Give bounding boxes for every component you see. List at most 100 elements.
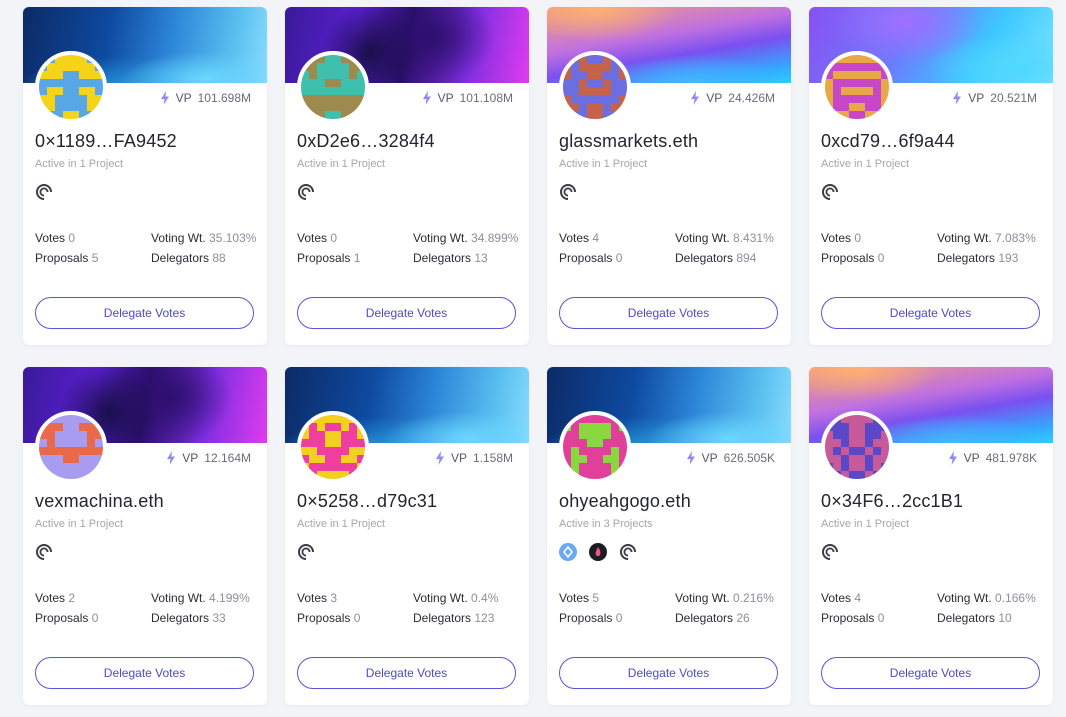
diamond-project-icon[interactable] xyxy=(559,543,577,561)
delegate-name[interactable]: 0×34F6…2cc1B1 xyxy=(821,491,963,512)
vp-value: 626.505K xyxy=(723,451,775,465)
voting-weight-value: 4.199% xyxy=(209,591,250,605)
project-icon[interactable] xyxy=(35,183,53,201)
delegate-name[interactable]: 0xcd79…6f9a44 xyxy=(821,131,955,152)
project-icons xyxy=(35,183,53,201)
vp-value: 20.521M xyxy=(990,91,1037,105)
delegators-label: Delegators xyxy=(675,251,734,265)
vp-label: VP xyxy=(450,451,467,465)
delegate-votes-button[interactable]: Delegate Votes xyxy=(559,657,778,689)
delegate-card[interactable]: VP 1.158M 0×5258…d79c31 Active in 1 Proj… xyxy=(285,367,529,705)
delegate-votes-button[interactable]: Delegate Votes xyxy=(559,297,778,329)
vp-label: VP xyxy=(437,91,454,105)
voting-weight-label: Voting Wt. xyxy=(151,591,206,605)
delegate-grid: VP 101.698M 0×1189…FA9452 Active in 1 Pr… xyxy=(23,7,1053,705)
delegate-votes-button[interactable]: Delegate Votes xyxy=(297,657,516,689)
delegators-label: Delegators xyxy=(937,611,996,625)
voting-weight-value: 8.431% xyxy=(733,231,774,245)
delegate-votes-button[interactable]: Delegate Votes xyxy=(821,657,1040,689)
voting-weight-label: Voting Wt. xyxy=(937,231,992,245)
vp-label: VP xyxy=(701,451,718,465)
delegators-value: 193 xyxy=(998,251,1019,265)
delegate-votes-button[interactable]: Delegate Votes xyxy=(35,657,254,689)
proposals-label: Proposals xyxy=(559,251,613,265)
proposals-value: 0 xyxy=(353,611,361,625)
project-icon[interactable] xyxy=(821,543,839,561)
avatar[interactable] xyxy=(559,51,631,123)
voting-weight-value: 7.083% xyxy=(995,231,1036,245)
avatar[interactable] xyxy=(35,51,107,123)
votes-label: Votes xyxy=(35,231,66,245)
delegate-card[interactable]: VP 101.698M 0×1189…FA9452 Active in 1 Pr… xyxy=(23,7,267,345)
delegate-name[interactable]: 0×1189…FA9452 xyxy=(35,131,177,152)
project-icons xyxy=(559,543,637,561)
avatar[interactable] xyxy=(297,411,369,483)
delegate-stats: Votes 0 Voting Wt. 7.083% Proposals 0 De… xyxy=(821,228,1053,268)
lightning-icon xyxy=(435,451,444,465)
votes-label: Votes xyxy=(821,591,852,605)
vp-value: 12.164M xyxy=(204,451,251,465)
active-projects-text: Active in 3 Projects xyxy=(559,518,653,530)
delegators-label: Delegators xyxy=(413,611,472,625)
project-icons xyxy=(559,183,577,201)
lightning-icon xyxy=(167,451,176,465)
votes-value: 3 xyxy=(330,591,338,605)
lightning-icon xyxy=(953,91,962,105)
proposals-value: 5 xyxy=(91,251,99,265)
voting-weight-value: 0.166% xyxy=(995,591,1036,605)
votes-value: 5 xyxy=(592,591,600,605)
avatar[interactable] xyxy=(559,411,631,483)
delegate-votes-button[interactable]: Delegate Votes xyxy=(821,297,1040,329)
delegate-name[interactable]: ohyeahgogo.eth xyxy=(559,491,691,512)
avatar[interactable] xyxy=(821,411,893,483)
delegate-stats: Votes 5 Voting Wt. 0.216% Proposals 0 De… xyxy=(559,588,791,628)
delegate-card[interactable]: VP 12.164M vexmachina.eth Active in 1 Pr… xyxy=(23,367,267,705)
vp-value: 101.698M xyxy=(197,91,251,105)
delegators-label: Delegators xyxy=(675,611,734,625)
votes-value: 4 xyxy=(592,231,600,245)
delegate-name[interactable]: vexmachina.eth xyxy=(35,491,164,512)
proposals-label: Proposals xyxy=(821,611,875,625)
project-icon[interactable] xyxy=(35,543,53,561)
avatar[interactable] xyxy=(297,51,369,123)
delegate-votes-button[interactable]: Delegate Votes xyxy=(35,297,254,329)
project-icon[interactable] xyxy=(821,183,839,201)
voting-power-badge: VP 24.426M xyxy=(668,83,791,113)
project-icons xyxy=(297,183,315,201)
delegate-stats: Votes 2 Voting Wt. 4.199% Proposals 0 De… xyxy=(35,588,267,628)
vp-value: 481.978K xyxy=(985,451,1037,465)
delegate-card[interactable]: VP 24.426M glassmarkets.eth Active in 1 … xyxy=(547,7,791,345)
delegators-value: 10 xyxy=(998,611,1012,625)
voting-weight-label: Voting Wt. xyxy=(151,231,206,245)
flame-project-icon[interactable] xyxy=(589,543,607,561)
delegate-card[interactable]: VP 626.505K ohyeahgogo.eth Active in 3 P… xyxy=(547,367,791,705)
delegate-votes-button[interactable]: Delegate Votes xyxy=(297,297,516,329)
delegators-label: Delegators xyxy=(413,251,472,265)
delegators-value: 123 xyxy=(474,611,495,625)
project-icon[interactable] xyxy=(559,183,577,201)
project-icon[interactable] xyxy=(297,183,315,201)
delegate-name[interactable]: glassmarkets.eth xyxy=(559,131,698,152)
project-icons xyxy=(35,543,53,561)
votes-value: 0 xyxy=(68,231,76,245)
delegate-card[interactable]: VP 101.108M 0xD2e6…3284f4 Active in 1 Pr… xyxy=(285,7,529,345)
vp-label: VP xyxy=(968,91,985,105)
proposals-value: 0 xyxy=(615,251,623,265)
project-icon[interactable] xyxy=(619,543,637,561)
delegate-stats: Votes 4 Voting Wt. 8.431% Proposals 0 De… xyxy=(559,228,791,268)
active-projects-text: Active in 1 Project xyxy=(821,518,910,530)
delegate-card[interactable]: VP 481.978K 0×34F6…2cc1B1 Active in 1 Pr… xyxy=(809,367,1053,705)
delegate-name[interactable]: 0xD2e6…3284f4 xyxy=(297,131,435,152)
voting-power-badge: VP 481.978K xyxy=(925,443,1053,473)
active-projects-text: Active in 1 Project xyxy=(559,158,648,170)
avatar[interactable] xyxy=(35,411,107,483)
proposals-label: Proposals xyxy=(35,611,89,625)
lightning-icon xyxy=(422,91,431,105)
avatar[interactable] xyxy=(821,51,893,123)
voting-power-badge: VP 101.108M xyxy=(399,83,529,113)
delegate-card[interactable]: VP 20.521M 0xcd79…6f9a44 Active in 1 Pro… xyxy=(809,7,1053,345)
active-projects-text: Active in 1 Project xyxy=(35,158,124,170)
delegate-name[interactable]: 0×5258…d79c31 xyxy=(297,491,437,512)
project-icon[interactable] xyxy=(297,543,315,561)
delegators-value: 26 xyxy=(736,611,750,625)
